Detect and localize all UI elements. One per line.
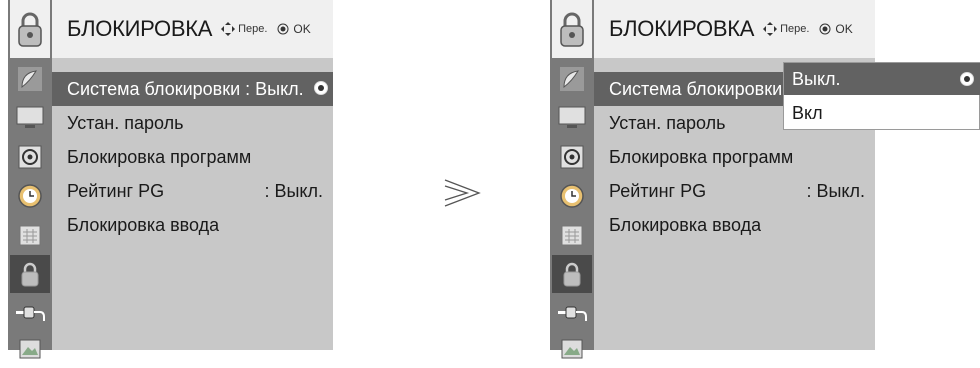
menu-item-label: Блокировка ввода bbox=[609, 214, 762, 235]
menu-item-label: Рейтинг PG bbox=[609, 180, 707, 201]
move-arrows-icon bbox=[221, 22, 236, 36]
dropdown-option-label: Выкл. bbox=[792, 68, 841, 89]
plug-icon[interactable] bbox=[10, 294, 50, 332]
move-hint-label: Пере. bbox=[238, 23, 268, 35]
dropdown-option-off[interactable]: Выкл. bbox=[784, 63, 980, 95]
lock-system-dropdown: Выкл. Вкл bbox=[783, 62, 980, 130]
menu-item-input-block[interactable]: Блокировка ввода bbox=[52, 208, 333, 242]
menu-header: БЛОКИРОВКА Пере. OK bbox=[594, 0, 875, 58]
menu-item-label: Блокировка программ bbox=[609, 146, 794, 167]
ok-hint-label: OK bbox=[835, 22, 853, 36]
selected-radio-icon bbox=[960, 72, 974, 86]
ok-hint-label: OK bbox=[293, 22, 311, 36]
menu-item-label: Блокировка программ bbox=[67, 146, 252, 167]
navigation-hint: Пере. OK bbox=[220, 21, 311, 37]
lock-icon[interactable] bbox=[10, 255, 50, 293]
menu-item-label: Устан. пароль bbox=[67, 112, 184, 133]
lock-category-icon[interactable] bbox=[552, 0, 592, 58]
calendar-icon[interactable] bbox=[10, 216, 50, 254]
menu-sidebar bbox=[550, 0, 594, 359]
menu-item-input-block[interactable]: Блокировка ввода bbox=[594, 208, 875, 242]
monitor-icon[interactable] bbox=[552, 99, 592, 137]
menu-item-label: Система блокировки : Выкл. bbox=[67, 78, 304, 99]
lock-icon[interactable] bbox=[552, 255, 592, 293]
menu-item-label: Блокировка ввода bbox=[67, 214, 220, 235]
navigation-hint: Пере. OK bbox=[762, 21, 853, 37]
satellite-dish-icon[interactable] bbox=[552, 60, 592, 98]
satellite-dish-icon[interactable] bbox=[10, 60, 50, 98]
menu-item-value: : Выкл. bbox=[264, 180, 323, 201]
menu-item-label: Рейтинг PG bbox=[67, 180, 165, 201]
photo-icon[interactable] bbox=[552, 330, 592, 368]
menu-item-label: Система блокировки bbox=[609, 78, 783, 99]
menu-item-parental-rating[interactable]: Рейтинг PG : Выкл. bbox=[52, 174, 333, 208]
menu-item-set-password[interactable]: Устан. пароль bbox=[52, 106, 333, 140]
menu-item-lock-system[interactable]: Система блокировки : Выкл. bbox=[52, 72, 333, 106]
move-hint-label: Пере. bbox=[780, 23, 810, 35]
menu-title: БЛОКИРОВКА bbox=[609, 16, 755, 41]
menu-item-parental-rating[interactable]: Рейтинг PG : Выкл. bbox=[594, 174, 875, 208]
selected-radio-icon bbox=[314, 81, 328, 95]
menu-item-block-channel[interactable]: Блокировка программ bbox=[594, 140, 875, 174]
menu-sidebar bbox=[8, 0, 52, 359]
menu-item-block-channel[interactable]: Блокировка программ bbox=[52, 140, 333, 174]
ok-button-icon bbox=[819, 23, 831, 35]
lock-menu-after: БЛОКИРОВКА Пере. OK Система блокировки У… bbox=[550, 0, 875, 359]
menu-item-value: : Выкл. bbox=[806, 180, 865, 201]
clock-icon[interactable] bbox=[552, 177, 592, 215]
lock-category-icon[interactable] bbox=[10, 0, 50, 58]
move-arrows-icon bbox=[763, 22, 778, 36]
monitor-icon[interactable] bbox=[10, 99, 50, 137]
speaker-icon[interactable] bbox=[10, 138, 50, 176]
speaker-icon[interactable] bbox=[552, 138, 592, 176]
transition-arrow-icon bbox=[444, 179, 481, 207]
ok-button-icon bbox=[277, 23, 289, 35]
calendar-icon[interactable] bbox=[552, 216, 592, 254]
photo-icon[interactable] bbox=[10, 330, 50, 368]
plug-icon[interactable] bbox=[552, 294, 592, 332]
lock-menu-before: БЛОКИРОВКА Пере. OK Система блокировки :… bbox=[8, 0, 333, 359]
dropdown-option-on[interactable]: Вкл bbox=[784, 97, 980, 129]
dropdown-option-label: Вкл bbox=[792, 102, 823, 123]
menu-title: БЛОКИРОВКА bbox=[67, 16, 213, 41]
menu-item-label: Устан. пароль bbox=[609, 112, 726, 133]
menu-header: БЛОКИРОВКА Пере. OK bbox=[52, 0, 333, 58]
clock-icon[interactable] bbox=[10, 177, 50, 215]
